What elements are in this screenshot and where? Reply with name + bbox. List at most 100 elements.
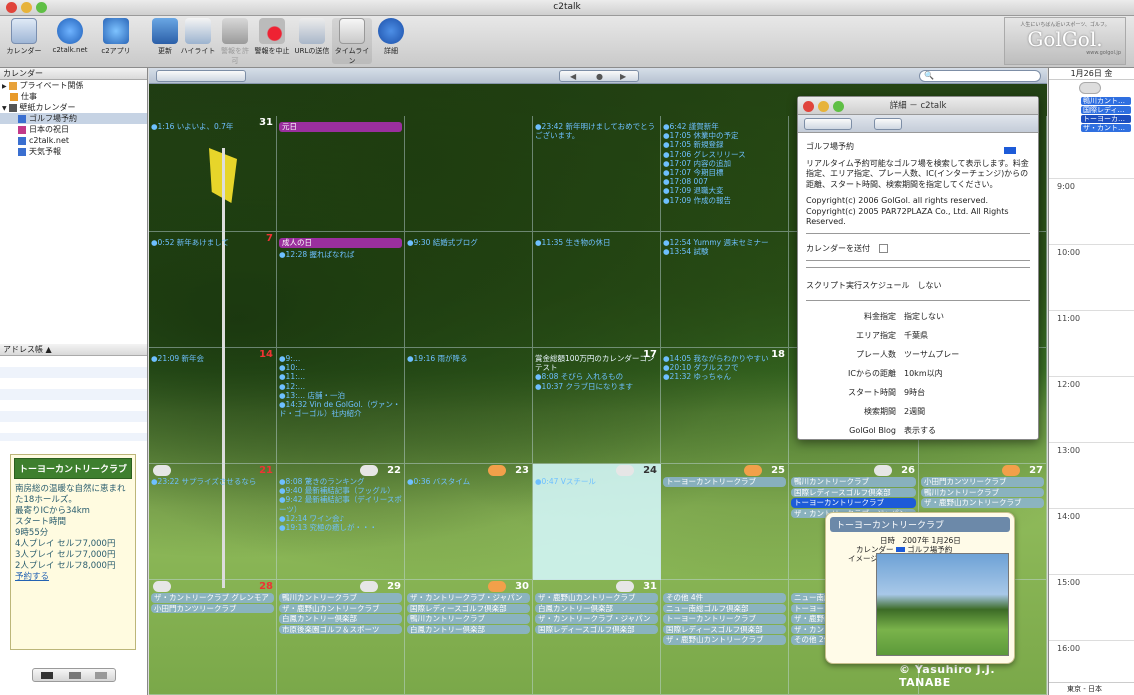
calendar-day-cell[interactable]: ●23:42 新年明けましておめでとうございます。 xyxy=(533,116,661,232)
calendar-event[interactable]: ●17:06 グレスリリース xyxy=(661,150,788,159)
param-value[interactable]: 2週間 xyxy=(904,407,925,416)
calendar-item[interactable]: 仕事 xyxy=(0,91,147,102)
reservation-event[interactable]: 鴨川カントリークラブ xyxy=(407,614,530,624)
calendar-day-cell[interactable]: 31 ザ・鹿野山カントリークラブ 白鳳カントリー倶楽部 ザ・カントリークラブ・ジャパン… xyxy=(533,580,661,695)
stop-alarm-button[interactable]: 警報を中止 xyxy=(254,18,290,56)
reservation-event[interactable]: ザ・鹿野山カントリークラブ xyxy=(535,593,658,603)
calendar-day-cell[interactable]: 25 トーヨーカントリークラブ xyxy=(661,464,789,580)
address-book-list[interactable] xyxy=(0,356,147,441)
calendar-event[interactable]: ●19:16 雨が降る xyxy=(405,354,532,363)
detail-view-icon[interactable] xyxy=(69,672,81,679)
calendar-color-swatch[interactable] xyxy=(8,103,17,112)
timeline-allday-event[interactable]: 鴨川カント… xyxy=(1081,97,1131,105)
reservation-event[interactable]: 国際レディースゴルフ倶楽部 xyxy=(791,487,916,497)
today-icon[interactable]: ● xyxy=(596,72,603,81)
search-field[interactable]: 🔍 xyxy=(919,70,1041,82)
calendar-day-cell[interactable]: ●11:35 生き物の休日 xyxy=(533,232,661,348)
calendar-event[interactable]: ●10:37 クラブ日になります xyxy=(533,382,660,391)
calendar-event[interactable]: ●12:… xyxy=(277,382,404,391)
calendar-event[interactable]: ●17:05 新規登録 xyxy=(661,140,788,149)
calendar-event[interactable]: 賞金総額100万円のカレンダーコンテスト xyxy=(533,354,660,372)
calendar-day-cell[interactable]: 18 ●14:05 我ながらわかりやすい ●20:10 ダブルスフで ●21:32 ゆ… xyxy=(661,348,789,464)
calendar-event[interactable]: ●12:14 ワイン会♪ xyxy=(277,514,404,523)
reservation-event[interactable]: ザ・カントリークラブ・ジャパン xyxy=(407,593,530,603)
calendar-event[interactable]: ●6:42 謹賀新年 xyxy=(661,122,788,131)
calendar-day-cell[interactable] xyxy=(405,116,533,232)
send-url-button[interactable]: URLの送信 xyxy=(294,18,330,56)
calendar-color-swatch[interactable] xyxy=(18,125,26,134)
reservation-event[interactable]: 鴨川カントリークラブ xyxy=(921,487,1044,497)
calendar-event[interactable]: ●10:… xyxy=(277,363,404,372)
calendar-event[interactable]: ●19:13 究極の癒しが・・・ xyxy=(277,523,404,532)
calendar-event[interactable]: ●9:… xyxy=(277,354,404,363)
calendar-item[interactable]: 天気予報 xyxy=(0,146,147,157)
address-book-header[interactable]: アドレス帳 ▲ xyxy=(0,344,147,356)
calendar-item[interactable]: c2talk.net xyxy=(0,135,147,146)
calendar-event[interactable]: ●14:05 我ながらわかりやすい xyxy=(661,354,788,363)
calendar-event[interactable]: ●23:42 新年明けましておめでとうございます。 xyxy=(533,122,660,140)
timezone-label[interactable]: 東京 - 日本 xyxy=(1049,682,1134,695)
calendar-event[interactable]: ●23:22 サプライズさせるなら xyxy=(149,477,276,486)
calendar-item[interactable]: 日本の祝日 xyxy=(0,124,147,135)
param-value[interactable]: 指定しない xyxy=(904,312,944,321)
calendar-event[interactable]: ●17:07 内容の追加 xyxy=(661,159,788,168)
calendar-color-swatch[interactable] xyxy=(1004,147,1016,154)
view-mode-segment[interactable] xyxy=(156,70,246,82)
schedule-value[interactable]: しない xyxy=(917,281,941,290)
tab-calendar[interactable]: カレンダー xyxy=(4,18,44,56)
calendar-event[interactable]: ●20:10 ダブルスフで xyxy=(661,363,788,372)
calendar-day-cell[interactable]: 元日 xyxy=(277,116,405,232)
calendar-event[interactable]: ●17:09 退職大変 xyxy=(661,186,788,195)
calendar-event[interactable]: ●17:08 007 xyxy=(661,177,788,186)
reservation-event[interactable]: 市原後楽園ゴルフ＆スポーツ xyxy=(279,624,402,634)
calendar-day-cell[interactable]: 29 鴨川カントリークラブ ザ・鹿野山カントリークラブ 白鳳カントリー倶楽部 市原後楽園… xyxy=(277,580,405,695)
next-month-icon[interactable]: ▶ xyxy=(620,72,626,81)
reservation-event[interactable]: 国際レディースゴルフ倶楽部 xyxy=(663,624,786,634)
detail-zoom-button[interactable] xyxy=(833,101,844,112)
reservation-event[interactable]: ザ・鹿野山カントリークラブ xyxy=(921,498,1044,508)
timeline-allday-event[interactable]: トーヨーカ… xyxy=(1081,115,1131,123)
reservation-event[interactable]: 国際レディースゴルフ倶楽部 xyxy=(535,624,658,634)
golgol-banner[interactable]: 人生にいちばん近いスポーツ、ゴルフ。 GolGol. www.golgol.jp xyxy=(1004,17,1126,65)
param-value[interactable]: 9時台 xyxy=(904,388,925,397)
timeline-allday-event[interactable]: 国際レディ… xyxy=(1081,106,1131,114)
calendar-event[interactable]: ●0:47 Vスチール xyxy=(533,477,660,486)
reservation-event[interactable]: 小田門カンツリークラブ xyxy=(151,603,274,613)
reservation-event[interactable]: ザ・カントリークラブ・ジャパン xyxy=(535,614,658,624)
reservation-event[interactable]: ニュー南総ゴルフ倶楽部 xyxy=(663,603,786,613)
calendar-day-cell[interactable]: 成人の日 ●12:28 握ればなれば xyxy=(277,232,405,348)
refresh-button[interactable]: 更新 xyxy=(152,18,178,56)
calendar-event[interactable]: ●17:05 休業中の予定 xyxy=(661,131,788,140)
calendar-event[interactable]: ●8:08 そびら 入れるもの xyxy=(533,372,660,381)
detail-tool-segment[interactable] xyxy=(804,118,852,130)
calendar-day-cell[interactable]: 17 賞金総額100万円のカレンダーコンテスト ●8:08 そびら 入れるもの ●10… xyxy=(533,348,661,464)
reservation-event[interactable]: トーヨーカントリークラブ xyxy=(663,477,786,487)
preview-view-icon[interactable] xyxy=(95,672,107,679)
calendar-color-swatch[interactable] xyxy=(18,114,26,123)
calendar-item[interactable]: ▶ プライベート関係 xyxy=(0,80,147,91)
reservation-event[interactable]: 白鳳カントリー倶楽部 xyxy=(279,614,402,624)
reserve-link[interactable]: 予約する xyxy=(15,572,131,583)
reservation-event[interactable]: 白鳳カントリー倶楽部 xyxy=(407,624,530,634)
timeline-button[interactable]: タイムライン xyxy=(332,18,372,65)
reservation-event[interactable]: 鴨川カントリークラブ xyxy=(791,477,916,487)
calendar-day-cell[interactable]: 22 ●8:08 驚きのランキング ●9:40 最新補結記事（フッグル） ●9:42 … xyxy=(277,464,405,580)
month-navigation[interactable]: ◀ ● ▶ xyxy=(559,70,639,82)
detail-tool-button[interactable] xyxy=(874,118,902,130)
calendar-color-swatch[interactable] xyxy=(18,147,26,156)
tab-c2talk-net[interactable]: c2talk.net xyxy=(46,18,94,54)
calendar-day-cell[interactable]: 31 ●1:16 いよいよ、0.7年 xyxy=(149,116,277,232)
reservation-event[interactable]: その他 4件 xyxy=(663,593,786,603)
calendar-day-cell[interactable]: ●12:54 Yummy 週末セミナー ●13:54 試験 xyxy=(661,232,789,348)
detail-minimize-button[interactable] xyxy=(818,101,829,112)
calendar-event[interactable]: ●14:32 Vin de GolGol.（ヴァン・ド・ゴーゴル）社内紹介 xyxy=(277,400,404,418)
calendar-item[interactable]: ▼ 壁紙カレンダー xyxy=(0,102,147,113)
calendar-day-cell[interactable]: 7 ●0:52 新年あけまして xyxy=(149,232,277,348)
send-calendar-checkbox[interactable] xyxy=(878,244,888,253)
reservation-event[interactable]: トーヨーカントリークラブ xyxy=(663,614,786,624)
param-value[interactable]: 表示する xyxy=(904,426,936,435)
detail-close-button[interactable] xyxy=(803,101,814,112)
calendar-event[interactable]: ●12:28 握ればなれば xyxy=(277,250,404,259)
calendar-day-cell[interactable]: 21 ●23:22 サプライズさせるなら xyxy=(149,464,277,580)
calendar-event[interactable]: ●17:09 作成の報告 xyxy=(661,196,788,205)
